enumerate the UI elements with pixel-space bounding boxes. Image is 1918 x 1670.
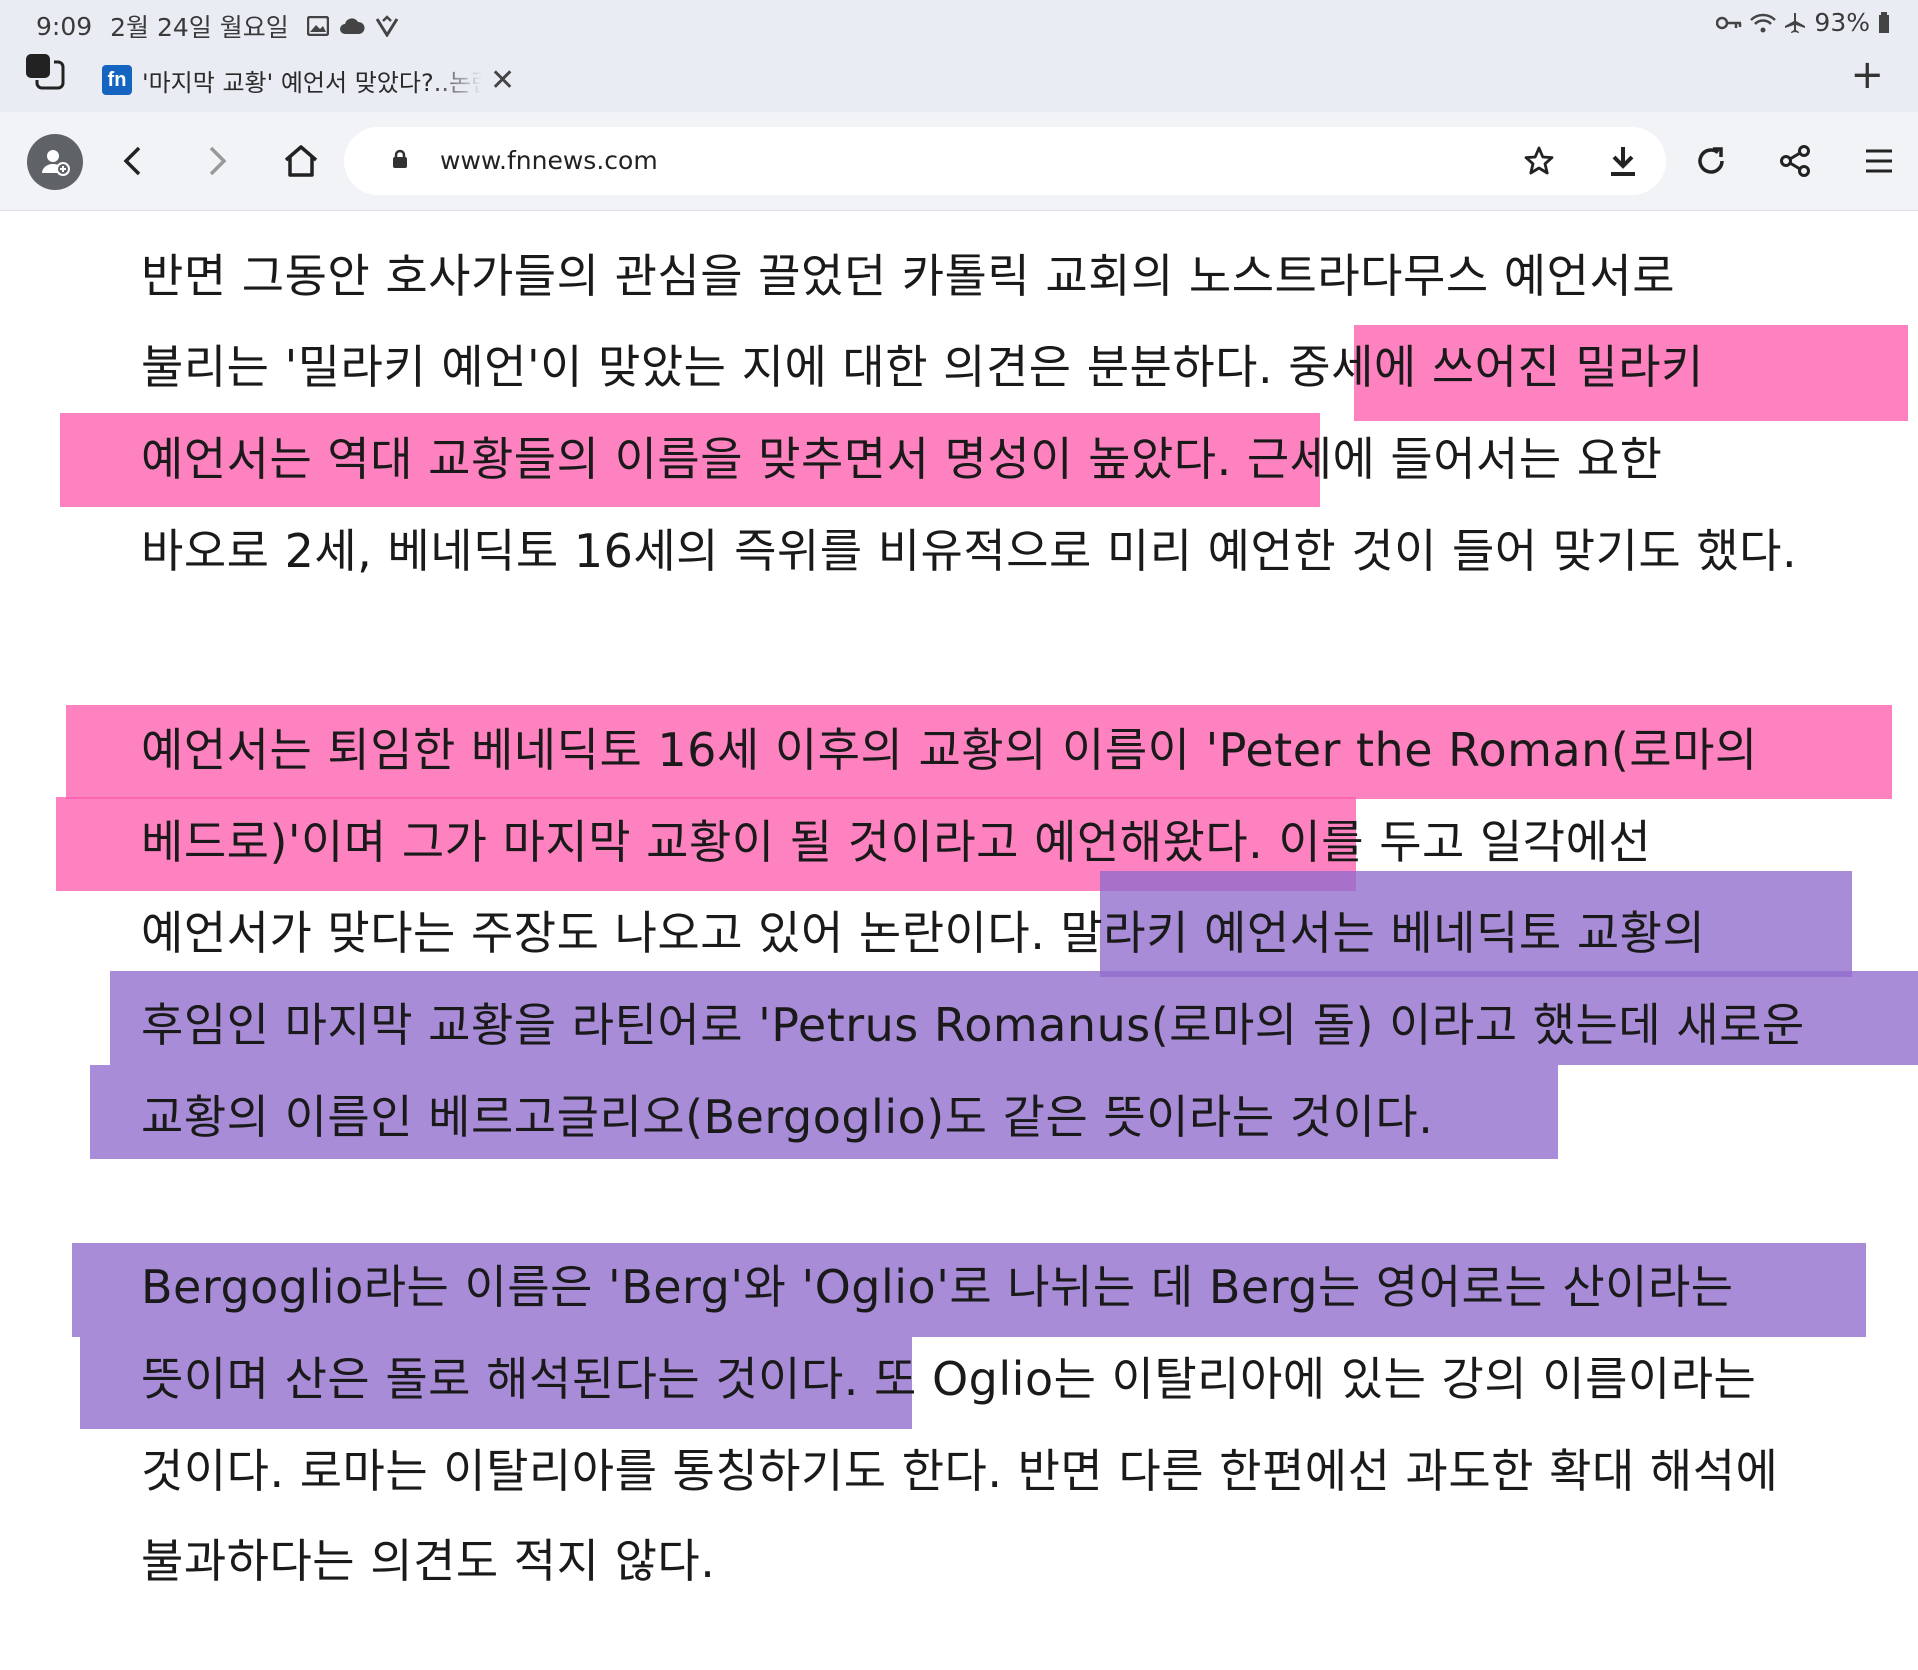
vpn-icon	[375, 15, 399, 37]
forward-icon[interactable]	[190, 134, 244, 188]
article-line: 불과하다는 의견도 적지 않다.	[141, 1534, 716, 1588]
close-icon[interactable]: ✕	[490, 63, 515, 98]
download-icon[interactable]	[1596, 134, 1650, 188]
tab-title: '마지막 교황' 예언서 맞았다?..논란	[142, 68, 482, 97]
back-icon[interactable]	[106, 134, 160, 188]
lock-icon	[393, 149, 407, 168]
battery-percent: 93%	[1814, 8, 1870, 37]
article-line: 교황의 이름인 베르고글리오(Bergoglio)도 같은 뜻이라는 것이다.	[141, 1090, 1434, 1144]
article-line: Bergoglio라는 이름은 'Berg'와 'Oglio'로 나뉘는 데 B…	[141, 1260, 1734, 1314]
article-line: 뜻이며 산은 돌로 해석된다는 것이다. 또 Oglio는 이탈리아에 있는 강…	[141, 1352, 1757, 1406]
status-time: 9:09	[36, 11, 93, 41]
gallery-icon	[306, 16, 329, 36]
airplane-icon	[1785, 12, 1806, 33]
browser-toolbar: www.fnnews.com	[0, 112, 1918, 211]
share-icon[interactable]	[1768, 134, 1822, 188]
article-line: 반면 그동안 호사가들의 관심을 끌었던 카톨릭 교회의 노스트라다무스 예언서…	[141, 249, 1676, 303]
home-icon[interactable]	[274, 134, 328, 188]
status-date: 2월 24일 월요일	[110, 13, 289, 42]
profile-icon[interactable]	[27, 134, 83, 190]
tab-active[interactable]: fn '마지막 교황' 예언서 맞았다?..논란 ✕	[92, 48, 540, 112]
star-icon[interactable]	[1512, 134, 1566, 188]
key-icon	[1716, 16, 1742, 29]
article-line: 불리는 '밀라키 예언'이 맞았는 지에 대한 의견은 분분하다. 중세에 쓰어…	[141, 340, 1704, 394]
cloud-icon	[339, 18, 365, 34]
plus-icon[interactable]: +	[1850, 52, 1884, 98]
article-line: 베드로)'이며 그가 마지막 교황이 될 것이라고 예언해왔다. 이를 두고 일…	[141, 815, 1652, 869]
article-line: 예언서가 맞다는 주장도 나오고 있어 논란이다. 말라키 예언서는 베네딕토 …	[141, 906, 1706, 960]
status-bar: 9:09 2월 24일 월요일 93%	[0, 0, 1918, 46]
site-favicon: fn	[102, 65, 132, 95]
address-bar[interactable]: www.fnnews.com	[344, 127, 1666, 195]
wifi-icon	[1750, 13, 1777, 32]
article-line: 것이다. 로마는 이탈리아를 통칭하기도 한다. 반면 다른 한편에선 과도한 …	[141, 1444, 1779, 1498]
article-line: 후임인 마지막 교황을 라틴어로 'Petrus Romanus(로마의 돌) …	[141, 998, 1805, 1052]
battery-icon	[1879, 11, 1889, 33]
article-line: 예언서는 역대 교황들의 이름을 맞추면서 명성이 높았다. 근세에 들어서는 …	[141, 432, 1663, 486]
tab-switcher-icon[interactable]	[22, 50, 68, 96]
tab-strip: fn '마지막 교황' 예언서 맞았다?..논란 ✕ +	[0, 46, 1918, 112]
article-line: 바오로 2세, 베네딕토 16세의 즉위를 비유적으로 미리 예언한 것이 들어…	[141, 524, 1798, 578]
article-line: 예언서는 퇴임한 베네딕토 16세 이후의 교황의 이름이 'Peter the…	[141, 723, 1758, 777]
url-text[interactable]: www.fnnews.com	[440, 146, 658, 175]
article-body: 반면 그동안 호사가들의 관심을 끌었던 카톨릭 교회의 노스트라다무스 예언서…	[0, 211, 1918, 1670]
menu-icon[interactable]	[1852, 134, 1906, 188]
reload-icon[interactable]	[1684, 134, 1738, 188]
